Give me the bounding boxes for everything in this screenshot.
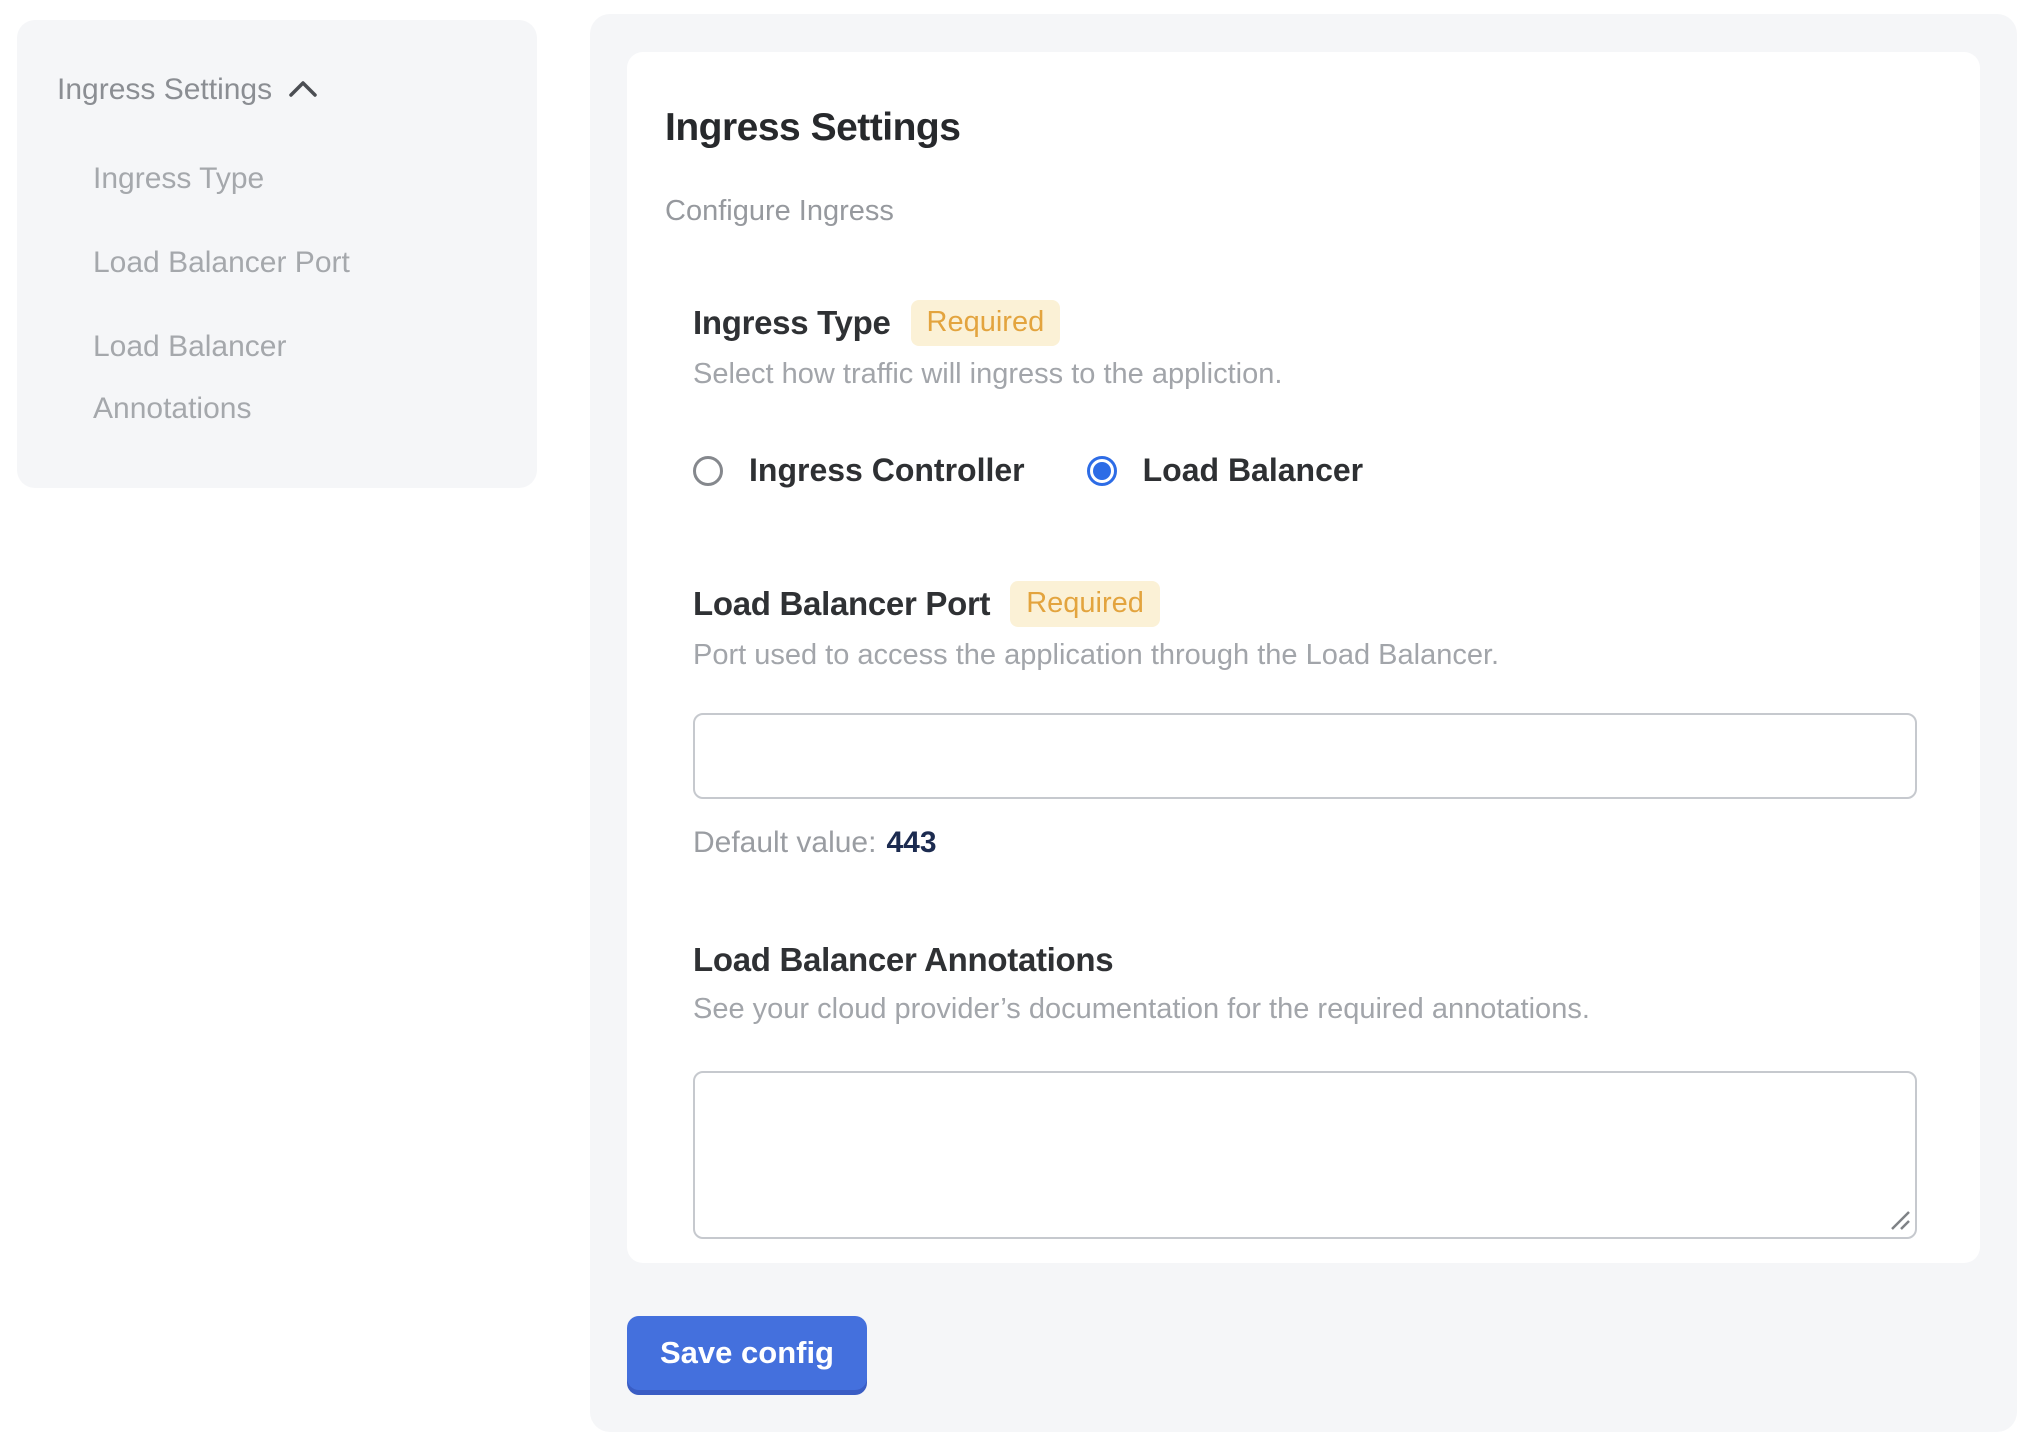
- required-badge: Required: [1010, 581, 1160, 627]
- page-subtitle: Configure Ingress: [665, 194, 1920, 228]
- section-ingress-type: Ingress Type Required Select how traffic…: [693, 300, 1920, 489]
- required-badge: Required: [911, 300, 1061, 346]
- radio-option-ingress-controller[interactable]: Ingress Controller: [693, 452, 1025, 489]
- settings-sidebar: Ingress Settings Ingress Type Load Balan…: [17, 20, 537, 488]
- load-balancer-port-input[interactable]: [693, 713, 1917, 799]
- sidebar-group-ingress-settings[interactable]: Ingress Settings: [57, 70, 501, 110]
- load-balancer-annotations-textarea[interactable]: [693, 1071, 1917, 1239]
- default-value-label: Default value:: [693, 826, 876, 859]
- load-balancer-annotations-label: Load Balancer Annotations: [693, 939, 1113, 981]
- ingress-settings-card: Ingress Settings Configure Ingress Ingre…: [627, 52, 1980, 1263]
- sidebar-item-ingress-type[interactable]: Ingress Type: [93, 148, 423, 210]
- radio-label-load-balancer: Load Balancer: [1143, 452, 1364, 489]
- page-title: Ingress Settings: [665, 106, 1920, 150]
- default-value-row: Default value: 443: [693, 825, 1920, 861]
- radio-label-ingress-controller: Ingress Controller: [749, 452, 1025, 489]
- sidebar-item-load-balancer-annotations[interactable]: Load Balancer Annotations: [93, 316, 423, 440]
- save-config-button[interactable]: Save config: [627, 1316, 867, 1390]
- chevron-up-icon: [288, 70, 318, 110]
- textarea-resize-handle-icon[interactable]: [1886, 1206, 1912, 1232]
- section-load-balancer-annotations: Load Balancer Annotations See your cloud…: [693, 939, 1920, 1239]
- default-value-number: 443: [886, 826, 936, 859]
- load-balancer-port-label: Load Balancer Port: [693, 583, 990, 625]
- radio-option-load-balancer[interactable]: Load Balancer: [1087, 452, 1364, 489]
- radio-ingress-controller-unchecked-icon[interactable]: [693, 456, 723, 486]
- ingress-type-label: Ingress Type: [693, 302, 891, 344]
- radio-load-balancer-checked-icon[interactable]: [1087, 456, 1117, 486]
- section-load-balancer-port: Load Balancer Port Required Port used to…: [693, 581, 1920, 861]
- main-panel: Ingress Settings Configure Ingress Ingre…: [590, 14, 2017, 1432]
- sidebar-item-load-balancer-port[interactable]: Load Balancer Port: [93, 232, 423, 294]
- form-sections: Ingress Type Required Select how traffic…: [693, 300, 1920, 1239]
- ingress-type-description: Select how traffic will ingress to the a…: [693, 356, 1920, 392]
- annotations-textarea-wrapper: [693, 1071, 1917, 1239]
- sidebar-nav: Ingress Type Load Balancer Port Load Bal…: [57, 148, 501, 440]
- load-balancer-annotations-description: See your cloud provider’s documentation …: [693, 991, 1920, 1027]
- sidebar-group-label: Ingress Settings: [57, 70, 272, 110]
- load-balancer-port-description: Port used to access the application thro…: [693, 637, 1920, 673]
- ingress-type-radio-group: Ingress Controller Load Balancer: [693, 452, 1920, 489]
